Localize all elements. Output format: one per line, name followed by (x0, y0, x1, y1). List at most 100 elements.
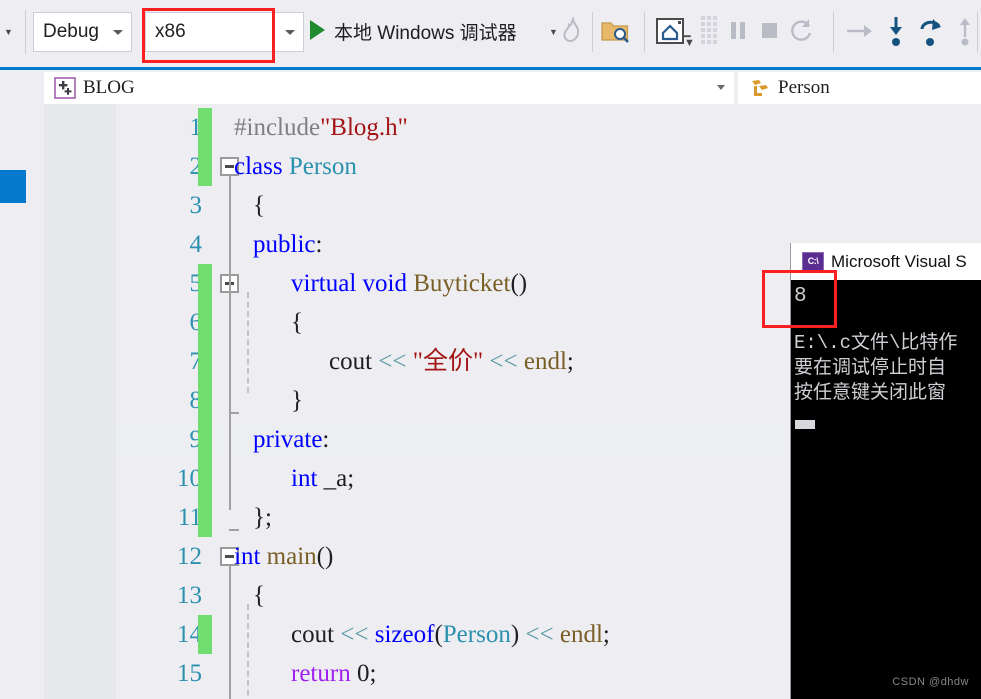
code-text: public: (253, 225, 322, 264)
thread-grid-icon (701, 16, 717, 44)
console-app-icon: C:\ (802, 252, 824, 271)
code-text: { (253, 576, 265, 615)
line-number-gutter (44, 104, 116, 699)
pause-icon (731, 22, 745, 39)
code-token: return (291, 660, 357, 687)
chevron-down-icon[interactable] (717, 85, 725, 90)
line-number: 14 (177, 621, 202, 648)
console-title-bar[interactable]: C:\ Microsoft Visual S (791, 243, 981, 280)
console-line: 要在调试停止时自 (794, 357, 947, 379)
line-number: 4 (189, 231, 203, 258)
code-text: } (291, 381, 303, 420)
code-token: { (253, 192, 265, 219)
watermark: CSDN @dhdw (892, 676, 969, 688)
step-return-icon[interactable] (918, 15, 944, 47)
indicator-margin[interactable] (0, 104, 44, 699)
code-token: }; (253, 504, 272, 531)
line-number: 3 (189, 192, 203, 219)
code-token: () (316, 543, 334, 570)
code-token: int (291, 465, 324, 492)
line-number: 1 (189, 114, 203, 141)
fold-guide-dashed (247, 292, 249, 393)
fold-guide-line (229, 175, 231, 510)
step-out-icon (960, 18, 970, 46)
code-token: ( (434, 621, 443, 648)
editor-accent-strip (0, 64, 981, 72)
tab-label-blog: BLOG (83, 77, 135, 98)
code-token: virtual void (291, 270, 414, 297)
code-text: } (253, 693, 265, 699)
line-number: 9 (189, 426, 203, 453)
code-text: { (253, 186, 265, 225)
code-token: { (253, 582, 265, 609)
line-number: 13 (177, 582, 202, 609)
toolbar-divider (644, 12, 645, 52)
home-dropdown-chevron-down-icon[interactable]: ━ ▼ (684, 32, 695, 49)
code-token: << (525, 621, 560, 648)
change-indicator-bar (198, 147, 212, 186)
code-text: int _a; (291, 459, 354, 498)
debug-target-chevron-down-icon[interactable]: ▼ (549, 28, 558, 37)
debug-target-label[interactable]: 本地 Windows 调试器 (334, 18, 517, 45)
code-token: Buyticket (413, 270, 511, 297)
code-token: } (291, 387, 303, 414)
solution-platform-dropdown-button[interactable] (278, 12, 304, 52)
line-number: 7 (189, 348, 203, 375)
code-line[interactable]: 3{ (116, 186, 981, 225)
cpp-project-icon (54, 77, 76, 99)
code-token: ; (602, 621, 610, 648)
line-number: 5 (189, 270, 203, 297)
flame-hot-reload-icon[interactable] (561, 17, 583, 45)
change-indicator-bar (198, 459, 212, 498)
line-number: 10 (177, 465, 202, 492)
main-toolbar: ▼ Debug x86 本地 Windows 调试器 ▼ ━ ▼ (0, 0, 981, 64)
code-text: int main() (234, 537, 333, 576)
start-debugging-play-icon[interactable] (310, 20, 325, 40)
code-text: cout << sizeof(Person) << endl; (291, 615, 610, 654)
code-line[interactable]: 2 class Person (116, 147, 981, 186)
console-output-value: 8 (794, 285, 807, 308)
toolbar-divider (977, 12, 978, 52)
code-token: "全价" (412, 348, 484, 375)
open-folder-search-icon[interactable] (601, 17, 631, 45)
home-diagnostic-icon[interactable] (656, 16, 686, 46)
code-token: << (483, 348, 524, 375)
step-into-icon[interactable] (885, 15, 907, 47)
code-token: "Blog.h" (320, 114, 408, 141)
console-line: 按任意键关闭此窗 (794, 382, 947, 404)
line-number: 2 (189, 153, 203, 180)
console-line: E:\.c文件\比特作 (794, 332, 958, 354)
fold-region-end (229, 412, 239, 414)
code-token: : (322, 426, 330, 453)
line-number: 16 (116, 693, 202, 699)
solution-configuration-combo[interactable]: Debug (33, 12, 132, 52)
chevron-down-icon[interactable] (285, 30, 295, 35)
navigation-bar-type-dropdown[interactable]: BLOG (44, 72, 734, 104)
chevron-down-icon[interactable] (113, 30, 123, 35)
code-token: class (234, 153, 289, 180)
code-text: { (291, 303, 303, 342)
code-text: #include"Blog.h" (234, 108, 408, 147)
code-text: cout << "全价" << endl; (329, 342, 574, 381)
code-token: Person (288, 153, 357, 180)
code-token: public (253, 231, 316, 258)
code-text: }; (253, 498, 272, 537)
console-output-area[interactable]: 8 E:\.c文件\比特作 要在调试停止时自 按任意键关闭此窗 (791, 280, 981, 699)
code-token: () (510, 270, 528, 297)
console-cursor (795, 420, 815, 429)
line-number: 8 (189, 387, 203, 414)
console-window[interactable]: C:\ Microsoft Visual S 8 E:\.c文件\比特作 要在调… (790, 243, 981, 699)
code-token: #include (234, 114, 321, 141)
toolbar-divider (592, 12, 593, 52)
change-indicator-bar (198, 303, 212, 342)
code-token: { (291, 309, 303, 336)
code-text: private: (253, 420, 329, 459)
class-member-icon (752, 80, 768, 96)
line-number: 12 (177, 543, 202, 570)
code-token: cout (329, 348, 379, 375)
code-line[interactable]: 1 #include"Blog.h" (116, 108, 981, 147)
navigation-bar-member-dropdown[interactable]: Person (738, 72, 981, 104)
code-text: virtual void Buyticket() (291, 264, 527, 303)
toolbar-overflow-chevron-down-icon[interactable]: ▼ (4, 28, 13, 37)
